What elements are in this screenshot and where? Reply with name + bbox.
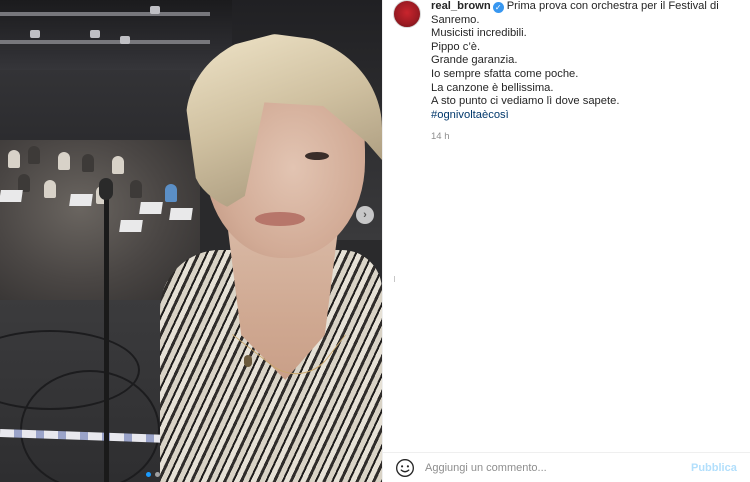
publish-button[interactable]: Pubblica bbox=[691, 462, 737, 474]
necklace-pendant bbox=[244, 355, 252, 367]
emoji-icon[interactable] bbox=[395, 458, 415, 478]
comment-input[interactable] bbox=[425, 461, 675, 474]
music-stand bbox=[139, 202, 163, 214]
musician bbox=[82, 154, 94, 172]
person-lips bbox=[255, 212, 305, 226]
caption-line: Io sempre sfatta come poche. bbox=[431, 67, 579, 80]
next-photo-button[interactable]: › bbox=[356, 206, 374, 224]
stage-light bbox=[90, 30, 100, 38]
musician bbox=[112, 156, 124, 174]
music-stand bbox=[119, 220, 143, 232]
music-stand bbox=[169, 208, 193, 220]
microphone bbox=[99, 178, 113, 200]
verified-badge-icon: ✓ bbox=[492, 2, 504, 13]
carousel-dot bbox=[155, 472, 160, 477]
music-stand bbox=[69, 194, 93, 206]
musician bbox=[165, 184, 177, 202]
mic-stand bbox=[104, 190, 109, 482]
username-link[interactable]: real_brown bbox=[431, 0, 491, 12]
post-timestamp[interactable]: 14 h bbox=[431, 131, 450, 142]
caption-row: real_brown ✓ Prima prova con orchestra per… bbox=[393, 0, 743, 122]
hashtag-link[interactable]: #ognivoltaècosì bbox=[431, 109, 719, 123]
musician bbox=[8, 150, 20, 168]
lighting-truss bbox=[0, 40, 210, 44]
carousel-indicator bbox=[146, 472, 160, 477]
musician bbox=[44, 180, 56, 198]
caption-line: Grande garanzia. bbox=[431, 54, 518, 67]
music-stand bbox=[0, 190, 23, 202]
caption-line: Pippo c’è. bbox=[431, 40, 481, 53]
caption-line: La canzone è bellissima. bbox=[431, 81, 554, 94]
comment-bar: Pubblica bbox=[383, 452, 750, 482]
caption-line: Sanremo. bbox=[431, 13, 480, 26]
stage-light bbox=[120, 36, 130, 44]
caption: real_brown ✓ Prima prova con orchestra per… bbox=[431, 0, 719, 122]
caption-line: Prima prova con orchestra per il Festiva… bbox=[506, 0, 719, 12]
musician bbox=[130, 180, 142, 198]
floor-cable bbox=[20, 370, 160, 482]
post-photo[interactable]: › bbox=[0, 0, 382, 482]
person-eye bbox=[305, 152, 329, 160]
caption-line: A sto punto ci vediamo lì dove sapete. bbox=[431, 95, 620, 108]
avatar[interactable] bbox=[393, 0, 421, 28]
musician bbox=[28, 146, 40, 164]
chevron-right-icon: › bbox=[363, 209, 367, 221]
caption-line: Musicisti incredibili. bbox=[431, 27, 527, 40]
stage-light bbox=[150, 6, 160, 14]
lighting-truss bbox=[0, 12, 210, 16]
stage-light bbox=[30, 30, 40, 38]
musician bbox=[58, 152, 70, 170]
post-details: real_brown ✓ Prima prova con orchestra per… bbox=[382, 0, 750, 482]
carousel-dot-active bbox=[146, 472, 151, 477]
scroll-marker bbox=[394, 276, 395, 282]
